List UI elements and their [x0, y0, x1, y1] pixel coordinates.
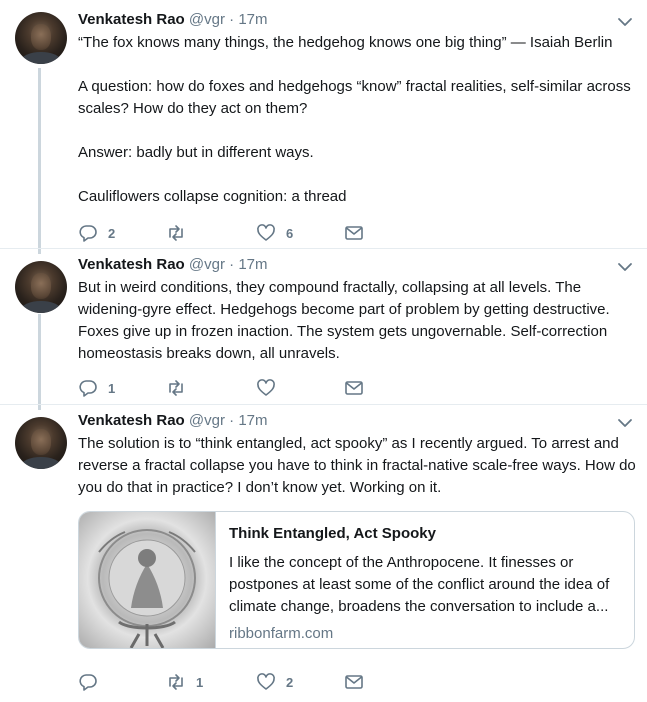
- reply-icon: [79, 225, 97, 242]
- tweet-thread: Venkatesh Rao @vgr · 17m “The fox knows …: [0, 0, 647, 702]
- direct-message-button[interactable]: [344, 377, 364, 399]
- author-handle[interactable]: @vgr: [189, 256, 225, 273]
- separator-dot: ·: [229, 11, 235, 28]
- avatar[interactable]: [15, 261, 67, 313]
- timestamp[interactable]: 17m: [238, 412, 267, 429]
- direct-message-button[interactable]: [344, 671, 364, 693]
- tweet-header: Venkatesh Rao @vgr · 17m: [78, 10, 268, 30]
- author-name[interactable]: Venkatesh Rao: [78, 11, 185, 28]
- link-preview-body: Think Entangled, Act Spooky I like the c…: [229, 524, 625, 644]
- like-button[interactable]: 2: [256, 671, 293, 693]
- tweet-header: Venkatesh Rao @vgr · 17m: [78, 411, 268, 431]
- direct-message-icon: [345, 675, 363, 689]
- tweet-text: The solution is to “think entangled, act…: [78, 433, 638, 499]
- tweet[interactable]: Venkatesh Rao @vgr · 17m The solution is…: [0, 404, 647, 702]
- like-count: 2: [286, 674, 294, 690]
- like-icon: [257, 673, 275, 690]
- retweet-icon: [169, 674, 183, 690]
- retweet-icon: [169, 225, 183, 241]
- retweet-count: 1: [196, 674, 204, 690]
- separator-dot: ·: [229, 412, 235, 429]
- like-button[interactable]: 6: [256, 222, 293, 244]
- reply-button[interactable]: 2: [78, 222, 115, 244]
- tweet-paragraph: “The fox knows many things, the hedgehog…: [78, 34, 613, 51]
- timestamp[interactable]: 17m: [238, 256, 267, 273]
- avatar[interactable]: [15, 417, 67, 469]
- retweet-button[interactable]: 1: [166, 671, 203, 693]
- tweet-paragraph: Answer: badly but in different ways.: [78, 144, 314, 161]
- reply-icon: [79, 674, 97, 691]
- link-preview-domain: ribbonfarm.com: [229, 625, 334, 642]
- author-name[interactable]: Venkatesh Rao: [78, 412, 185, 429]
- chevron-down-icon[interactable]: [617, 415, 633, 431]
- direct-message-button[interactable]: [344, 222, 364, 244]
- separator-dot: ·: [229, 256, 235, 273]
- retweet-button[interactable]: [166, 222, 196, 244]
- reply-icon: [79, 380, 97, 397]
- tweet-paragraph: The solution is to “think entangled, act…: [78, 435, 636, 496]
- like-icon: [257, 224, 275, 241]
- author-handle[interactable]: @vgr: [189, 11, 225, 28]
- engraving-illustration: [98, 529, 196, 648]
- author-handle[interactable]: @vgr: [189, 412, 225, 429]
- reply-button[interactable]: [78, 671, 108, 693]
- reply-count: 1: [108, 380, 116, 396]
- link-preview-card[interactable]: Think Entangled, Act Spooky I like the c…: [78, 511, 635, 649]
- tweet-text: “The fox knows many things, the hedgehog…: [78, 32, 638, 208]
- chevron-down-icon[interactable]: [617, 14, 633, 30]
- author-name[interactable]: Venkatesh Rao: [78, 256, 185, 273]
- like-icon: [257, 379, 275, 396]
- direct-message-icon: [345, 381, 363, 395]
- tweet-text: But in weird conditions, they compound f…: [78, 277, 638, 365]
- tweet-paragraph: A question: how do foxes and hedgehogs “…: [78, 78, 631, 117]
- link-preview-description: I like the concept of the Anthropocene. …: [229, 554, 610, 615]
- reply-button[interactable]: 1: [78, 377, 115, 399]
- tweet[interactable]: Venkatesh Rao @vgr · 17m But in weird co…: [0, 248, 647, 404]
- tweet-paragraph: But in weird conditions, they compound f…: [78, 279, 610, 362]
- like-count: 6: [286, 225, 294, 241]
- timestamp[interactable]: 17m: [238, 11, 267, 28]
- tweet-paragraph: Cauliflowers collapse cognition: a threa…: [78, 188, 347, 205]
- tweet[interactable]: Venkatesh Rao @vgr · 17m “The fox knows …: [0, 0, 647, 248]
- avatar[interactable]: [15, 12, 67, 64]
- direct-message-icon: [345, 226, 363, 240]
- reply-count: 2: [108, 225, 116, 241]
- link-preview-image: [79, 512, 216, 648]
- retweet-button[interactable]: [166, 377, 196, 399]
- tweet-header: Venkatesh Rao @vgr · 17m: [78, 255, 268, 275]
- link-preview-title: Think Entangled, Act Spooky: [229, 525, 436, 542]
- chevron-down-icon[interactable]: [617, 259, 633, 275]
- like-button[interactable]: [256, 377, 286, 399]
- retweet-icon: [169, 380, 183, 396]
